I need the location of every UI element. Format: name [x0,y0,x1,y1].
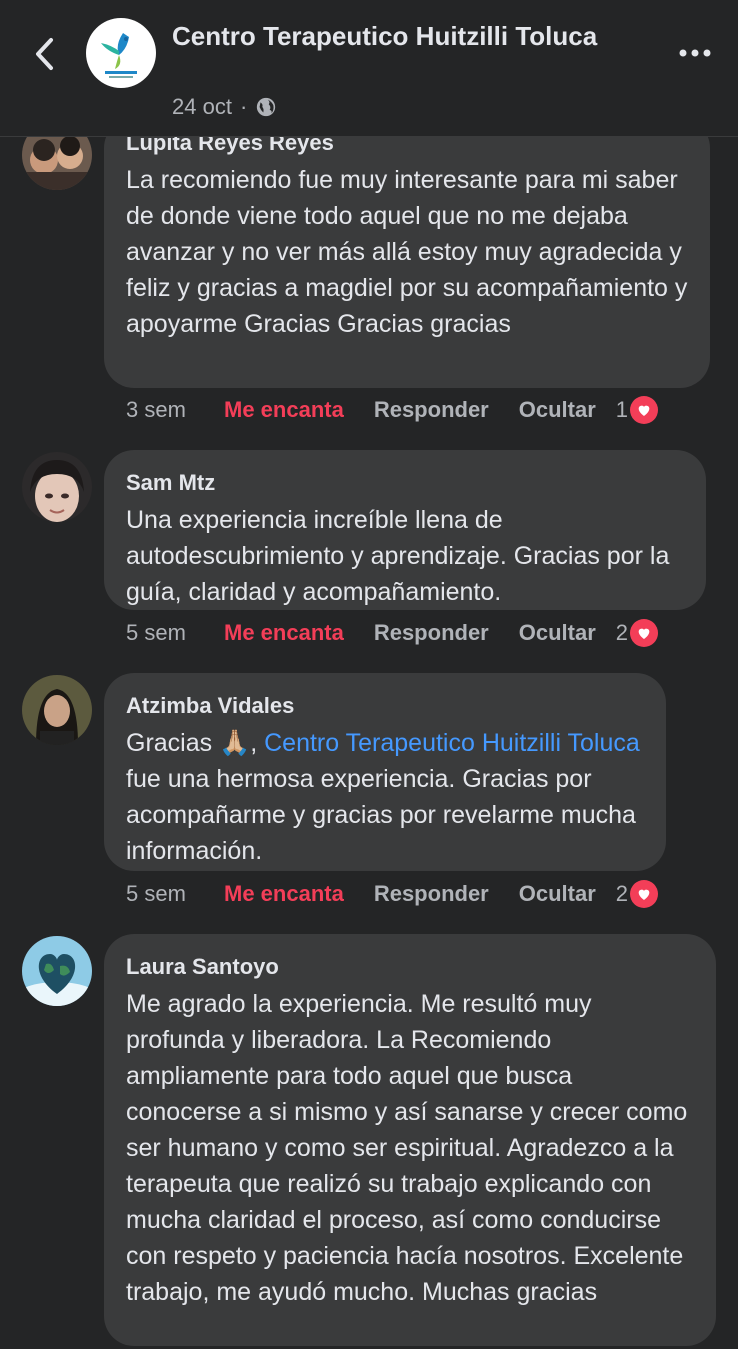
comment-text: Una experiencia increíble llena de autod… [126,506,670,606]
reaction-count: 2 [615,620,629,645]
comment-actions: 3 sem Me encanta Responder Ocultar 1 [126,393,659,427]
comment-text: La recomiendo fue muy interesante para m… [126,166,688,338]
heart-icon [630,880,659,908]
comment-time[interactable]: 5 sem [126,620,224,646]
post-header: Centro Terapeutico Huitzilli Toluca 24 o… [0,0,738,137]
back-button[interactable] [24,32,64,76]
reaction-count: 2 [615,881,629,906]
hide-button[interactable]: Ocultar [519,397,596,423]
reaction-summary[interactable]: 2 [615,880,659,908]
heart-icon [630,396,659,424]
comment-author[interactable]: Laura Santoyo [126,952,694,982]
reply-button[interactable]: Responder [374,397,489,423]
me-encanta-button[interactable]: Me encanta [224,620,344,646]
hide-button[interactable]: Ocultar [519,881,596,907]
post-date[interactable]: 24 oct [172,94,232,120]
chevron-left-icon [36,38,53,70]
more-dots-icon [679,49,711,57]
comment-actions: 5 sem Me encanta Responder Ocultar 2 [126,877,659,911]
me-encanta-button[interactable]: Me encanta [224,881,344,907]
comment-text-start: Gracias 🙏🏼, [126,729,265,757]
post-meta: 24 oct · [172,94,277,120]
comment-time[interactable]: 5 sem [126,881,224,907]
globe-icon [257,97,276,117]
avatar[interactable] [22,936,92,1006]
comment-actions: 5 sem Me encanta Responder Ocultar 2 [126,616,659,650]
comment-bubble: Sam Mtz Una experiencia increíble llena … [104,450,706,610]
comment-author[interactable]: Sam Mtz [126,468,684,498]
page-logo[interactable] [86,18,156,88]
comment-bubble: Lupita Reyes Reyes La recomiendo fue muy… [104,118,710,388]
me-encanta-button[interactable]: Me encanta [224,397,344,423]
comment-bubble: Laura Santoyo Me agrado la experiencia. … [104,934,716,1346]
reply-button[interactable]: Responder [374,620,489,646]
comment-text: Gracias 🙏🏼, Centro Terapeutico Huitzilli… [126,725,644,869]
comment-time[interactable]: 3 sem [126,397,224,423]
avatar[interactable] [22,452,92,522]
page-name[interactable]: Centro Terapeutico Huitzilli Toluca [172,18,612,54]
avatar[interactable] [22,675,92,745]
comment-text: Me agrado la experiencia. Me resultó muy… [126,990,688,1306]
reply-button[interactable]: Responder [374,881,489,907]
reaction-count: 1 [615,397,629,422]
reaction-summary[interactable]: 2 [615,619,659,647]
page-mention-link[interactable]: Centro Terapeutico Huitzilli Toluca [264,729,640,757]
hide-button[interactable]: Ocultar [519,620,596,646]
comment-author[interactable]: Atzimba Vidales [126,691,644,721]
meta-separator: · [239,94,248,119]
more-options-button[interactable] [678,36,712,70]
heart-icon [630,619,659,647]
comment-text-end: fue una hermosa experiencia. Gracias por… [126,765,636,865]
reaction-summary[interactable]: 1 [615,396,659,424]
comment-bubble: Atzimba Vidales Gracias 🙏🏼, Centro Terap… [104,673,666,871]
